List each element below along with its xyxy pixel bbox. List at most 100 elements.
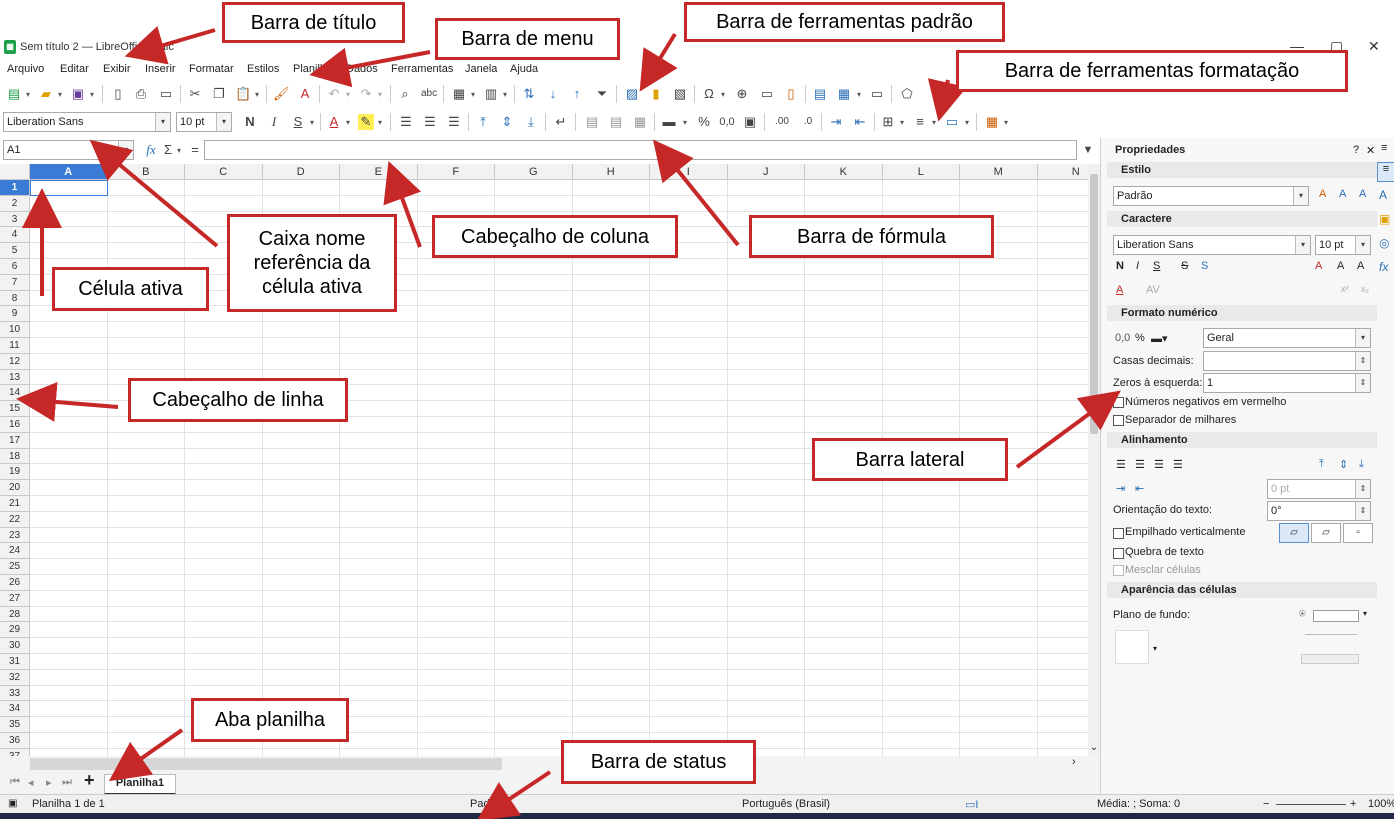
dropdown-arrow-icon[interactable]: ▾ [1363, 609, 1367, 618]
border-color-swatch[interactable] [1301, 654, 1359, 664]
cell-style-combo[interactable]: Padrão ▾ [1113, 186, 1309, 206]
next-sheet-icon[interactable]: ▸ [46, 776, 52, 789]
close-sidebar-icon[interactable]: ✕ [1366, 144, 1375, 157]
menu-estilos[interactable]: Estilos [247, 63, 279, 75]
print-icon[interactable]: ⎙ [133, 86, 149, 102]
spin-icon[interactable]: ⇕ [1355, 480, 1370, 498]
sidebar-menu-icon[interactable]: ≡ [1381, 142, 1387, 154]
row-header-15[interactable]: 15 [0, 401, 30, 417]
formula-equals-icon[interactable]: = [187, 142, 203, 158]
dropdown-arrow-icon[interactable]: ▾ [90, 90, 94, 99]
pivot-table-icon[interactable]: ▧ [672, 86, 688, 102]
sidebar-decrease-indent-icon[interactable]: ⇤ [1135, 482, 1144, 495]
spin-icon[interactable]: ⇕ [1355, 352, 1370, 370]
decrease-font-icon[interactable]: A [1357, 260, 1364, 272]
menu-dados[interactable]: Dados [346, 63, 378, 75]
dropdown-arrow-icon[interactable]: ▾ [346, 118, 350, 127]
row-header-5[interactable]: 5 [0, 243, 30, 259]
split-window-icon[interactable]: ▭ [869, 86, 885, 102]
style-section-header[interactable]: Estilo [1107, 162, 1377, 178]
zoom-level[interactable]: 100% [1368, 798, 1394, 810]
decimal-places-spin[interactable]: ⇕ [1203, 351, 1371, 371]
dropdown-arrow-icon[interactable]: ▾ [932, 118, 936, 127]
language[interactable]: Português (Brasil) [742, 798, 830, 810]
scroll-right-icon[interactable]: › [1072, 756, 1076, 768]
page-style[interactable]: Padrão [470, 798, 505, 810]
row-header-25[interactable]: 25 [0, 559, 30, 575]
select-all-corner[interactable] [0, 164, 30, 180]
shadow-icon[interactable]: S [1201, 260, 1208, 272]
subscript-icon[interactable]: x₂ [1361, 284, 1369, 294]
row-header-7[interactable]: 7 [0, 274, 30, 291]
font-size-combo[interactable]: 10 pt ▾ [176, 112, 232, 132]
row-header-33[interactable]: 33 [0, 685, 30, 702]
dropdown-arrow-icon[interactable]: ▾ [177, 146, 181, 155]
sidebar-increase-indent-icon[interactable]: ⇥ [1116, 482, 1125, 495]
dropdown-arrow-icon[interactable]: ▾ [255, 90, 259, 99]
align-top-icon[interactable]: ⤒ [475, 114, 491, 130]
column-header-I[interactable]: I [650, 164, 728, 180]
row-header-36[interactable]: 36 [0, 733, 30, 749]
number-category-combo[interactable]: Geral ▾ [1203, 328, 1371, 348]
column-header-D[interactable]: D [262, 164, 340, 180]
number-format-button[interactable]: 0,0 [716, 114, 738, 130]
row-header-23[interactable]: 23 [0, 527, 30, 544]
sheet-tab-planilha1[interactable]: Planilha1 [104, 774, 176, 795]
undo-icon[interactable]: ↶ [326, 86, 342, 102]
comment-icon[interactable]: ▭ [759, 86, 775, 102]
style-action-icon[interactable]: A [1319, 188, 1326, 200]
superscript-icon[interactable]: x² [1341, 284, 1349, 294]
row-header-31[interactable]: 31 [0, 654, 30, 670]
merge-cells-icon[interactable]: ▤ [608, 114, 624, 130]
sidebar-bold-button[interactable]: N [1116, 260, 1124, 272]
sum-icon[interactable]: Σ [160, 142, 176, 158]
center-vertically-icon[interactable]: ⇕ [499, 114, 515, 130]
thousands-separator-checkbox[interactable] [1113, 415, 1124, 426]
chevron-down-icon[interactable]: ▾ [1355, 329, 1370, 347]
indent-spin[interactable]: 0 pt ⇕ [1267, 479, 1371, 499]
row-header-34[interactable]: 34 [0, 701, 30, 718]
sidebar-font-size-combo[interactable]: 10 pt ▾ [1315, 235, 1371, 255]
chevron-down-icon[interactable]: ▾ [216, 113, 231, 131]
cell-border-preview[interactable] [1115, 630, 1149, 664]
column-header-L[interactable]: L [882, 164, 960, 180]
menu-inserir[interactable]: Inserir [145, 63, 176, 75]
character-spacing-icon[interactable]: AV [1146, 284, 1160, 296]
column-header-G[interactable]: G [495, 164, 573, 180]
row-header-21[interactable]: 21 [0, 496, 30, 512]
chevron-down-icon[interactable]: ▾ [118, 141, 133, 159]
row-header-24[interactable]: 24 [0, 543, 30, 560]
orientation-option-3[interactable]: ▫ [1343, 523, 1373, 543]
print-preview-icon[interactable]: ▭ [158, 86, 174, 102]
row-header-3[interactable]: 3 [0, 211, 30, 228]
row-header-8[interactable]: 8 [0, 290, 30, 307]
dropdown-arrow-icon[interactable]: ▾ [965, 118, 969, 127]
chevron-down-icon[interactable]: ▾ [1293, 187, 1308, 205]
sidebar-font-combo[interactable]: Liberation Sans ▾ [1113, 235, 1311, 255]
delete-decimal-icon[interactable]: .0 [797, 114, 819, 130]
background-color-swatch[interactable] [1313, 610, 1359, 622]
dropdown-arrow-icon[interactable]: ▾ [378, 90, 382, 99]
bold-button[interactable]: N [242, 114, 258, 130]
currency-format-icon[interactable]: ▬ [661, 114, 677, 130]
clear-formatting-icon[interactable]: A [297, 86, 313, 102]
cut-icon[interactable]: ✂ [187, 86, 203, 102]
dropdown-arrow-icon[interactable]: ▾ [471, 90, 475, 99]
borders-icon[interactable]: ⊞ [880, 114, 896, 130]
scrollbar-thumb[interactable] [1090, 174, 1098, 434]
add-decimal-icon[interactable]: .00 [771, 114, 793, 130]
dropdown-arrow-icon[interactable]: ▾ [1004, 118, 1008, 127]
border-style-icon[interactable]: ≡ [912, 114, 928, 130]
dropdown-arrow-icon[interactable]: ▾ [503, 90, 507, 99]
align-left-icon[interactable]: ☰ [398, 114, 414, 130]
dropdown-arrow-icon[interactable]: ▾ [378, 118, 382, 127]
sort-icon[interactable]: ⇅ [521, 86, 537, 102]
menu-editar[interactable]: Editar [60, 63, 89, 75]
spin-icon[interactable]: ⇕ [1355, 502, 1370, 520]
horizontal-scrollbar[interactable] [30, 758, 502, 770]
merge-cells-checkbox[interactable] [1113, 565, 1124, 576]
merge-center-icon[interactable]: ▤ [584, 114, 600, 130]
spin-icon[interactable]: ⇕ [1355, 374, 1370, 392]
row-header-1[interactable]: 1 [0, 180, 30, 196]
row-header-20[interactable]: 20 [0, 480, 30, 496]
